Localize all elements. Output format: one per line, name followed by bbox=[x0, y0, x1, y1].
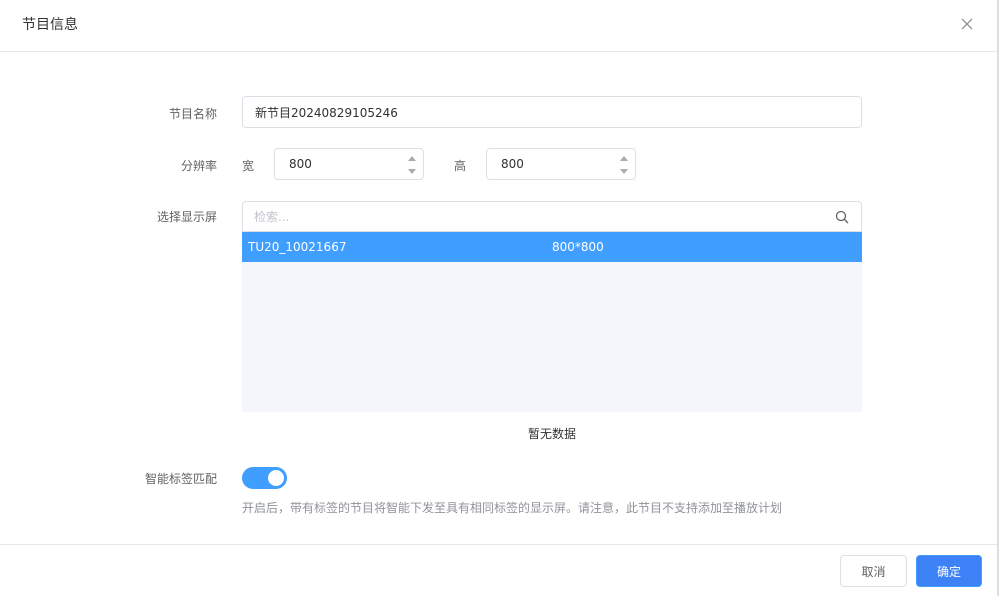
width-stepper-icon[interactable] bbox=[407, 154, 417, 176]
program-info-dialog: 节目信息 节目名称 新节目20240829105246 分辨率 宽 800 高 … bbox=[0, 0, 999, 596]
dialog-title: 节目信息 bbox=[22, 17, 78, 33]
search-placeholder: 检索... bbox=[254, 210, 290, 224]
smart-tag-toggle[interactable] bbox=[242, 467, 287, 489]
width-value: 800 bbox=[289, 157, 312, 171]
height-value: 800 bbox=[501, 157, 524, 171]
program-name-input[interactable]: 新节目20240829105246 bbox=[242, 96, 862, 128]
height-input[interactable]: 800 bbox=[486, 148, 636, 180]
height-label: 高 bbox=[454, 159, 467, 173]
height-stepper-icon[interactable] bbox=[619, 154, 629, 176]
cancel-button[interactable]: 取消 bbox=[840, 555, 907, 587]
search-icon[interactable] bbox=[835, 210, 849, 224]
screen-list: TU20_10021667 800*800 bbox=[242, 232, 862, 412]
close-icon[interactable] bbox=[959, 16, 975, 32]
program-name-label: 节目名称 bbox=[168, 107, 217, 121]
screen-name: TU20_10021667 bbox=[248, 240, 347, 254]
confirm-button[interactable]: 确定 bbox=[916, 555, 982, 587]
width-label: 宽 bbox=[242, 159, 255, 173]
list-item[interactable]: TU20_10021667 800*800 bbox=[242, 232, 862, 262]
select-screen-label: 选择显示屏 bbox=[156, 210, 217, 224]
resolution-label: 分辨率 bbox=[180, 159, 217, 173]
smart-tag-label: 智能标签匹配 bbox=[144, 472, 217, 486]
dialog-header: 节目信息 bbox=[0, 0, 997, 52]
screen-search-input[interactable]: 检索... bbox=[242, 201, 862, 232]
screen-resolution: 800*800 bbox=[552, 240, 604, 254]
empty-data-text: 暂无数据 bbox=[527, 427, 576, 441]
toggle-knob bbox=[268, 470, 284, 486]
width-input[interactable]: 800 bbox=[274, 148, 424, 180]
smart-tag-hint: 开启后，带有标签的节目将智能下发至具有相同标签的显示屏。请注意，此节目不支持添加… bbox=[242, 501, 783, 515]
